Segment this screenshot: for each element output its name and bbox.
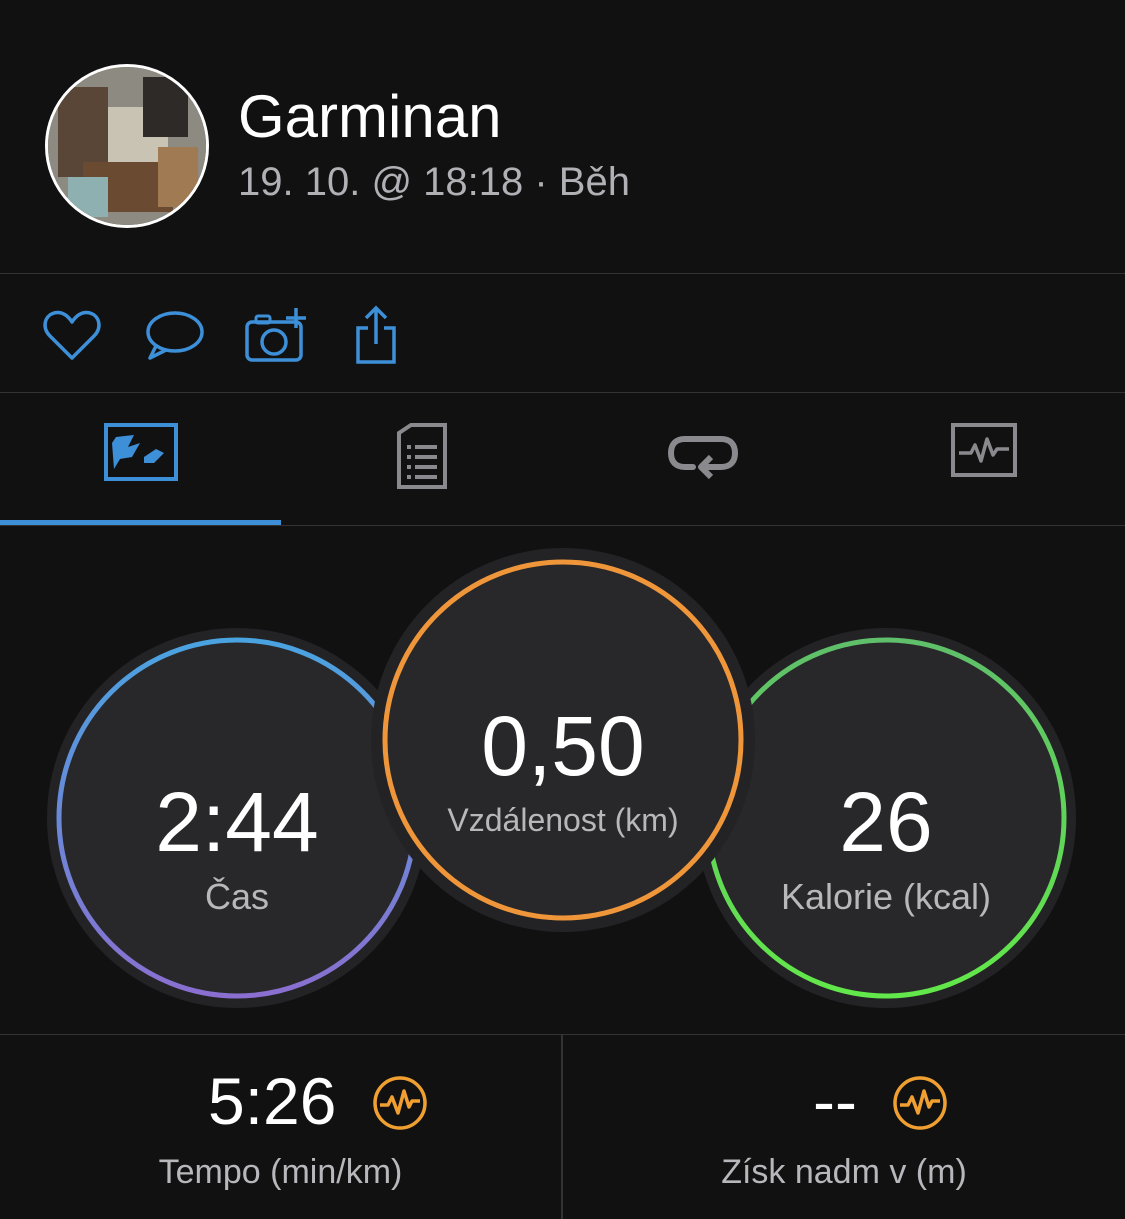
tab-graphs[interactable]	[843, 393, 1124, 525]
insight-icon[interactable]	[372, 1075, 428, 1131]
tab-laps[interactable]	[562, 393, 843, 525]
calories-value: 26	[839, 775, 933, 869]
distance-label: Vzdálenost (km)	[447, 802, 679, 838]
map-icon	[103, 423, 178, 481]
insight-icon[interactable]	[892, 1075, 948, 1131]
activity-header: Garminan 19. 10. @ 18:18 · Běh	[0, 0, 1125, 273]
stats-row: 5:26 Tempo (min/km) -- Získ nadm v (m)	[0, 1035, 1125, 1219]
user-name[interactable]: Garminan	[238, 82, 501, 151]
time-label: Čas	[204, 876, 270, 917]
share-icon[interactable]	[346, 304, 410, 368]
heart-icon[interactable]	[40, 304, 104, 368]
calories-label: Kalorie (kcal)	[780, 876, 992, 917]
elevation-stat[interactable]: -- Získ nadm v (m)	[563, 1035, 1125, 1219]
details-icon	[396, 423, 447, 489]
activity-date-type: 19. 10. @ 18:18 · Běh	[238, 160, 630, 204]
tempo-label: Tempo (min/km)	[158, 1153, 403, 1191]
tempo-value: 5:26	[208, 1064, 337, 1138]
distance-value: 0,50	[481, 699, 645, 793]
add-photo-icon[interactable]	[244, 304, 308, 368]
activity-tabs	[0, 393, 1125, 525]
graph-icon	[950, 423, 1017, 477]
tempo-stat[interactable]: 5:26 Tempo (min/km)	[0, 1035, 561, 1219]
elevation-label: Získ nadm v (m)	[721, 1153, 967, 1191]
summary-metrics: 2:44 Čas 0,50 Vzdálenost (km) 26 Kalorie…	[0, 526, 1125, 1034]
time-value: 2:44	[155, 775, 319, 869]
tab-details[interactable]	[281, 393, 562, 525]
tab-map[interactable]	[0, 393, 281, 525]
avatar[interactable]	[45, 64, 209, 228]
action-bar	[0, 274, 1125, 392]
comment-icon[interactable]	[142, 304, 206, 368]
elevation-value: --	[813, 1064, 857, 1138]
laps-icon	[667, 436, 738, 480]
